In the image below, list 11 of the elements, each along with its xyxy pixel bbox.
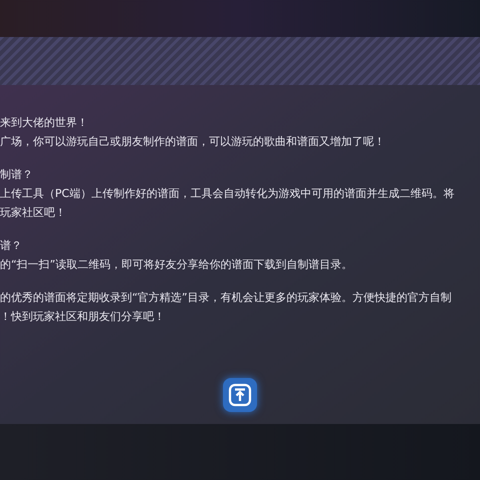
upload-icon [228,383,252,407]
text-line: 上传工具（PC端）上传制作好的谱面，工具会自动转化为游戏中可用的谱面并生成二维码。将 [0,186,456,201]
text-line: ！快到玩家社区和朋友们分享吧！ [0,309,166,324]
text-line: 的“扫一扫”读取二维码，即可将好友分享给你的谱面下载到自制谱目录。 [0,257,354,272]
text-line: 谱？ [0,238,23,253]
text-line: 广场，你可以游玩自己或朋友制作的谱面，可以游玩的歌曲和谱面又增加了呢！ [0,134,386,149]
text-line: 的优秀的谱面将定期收录到“官方精选”目录，有机会让更多的玩家体验。方便快捷的官方自制 [0,290,452,305]
upload-button[interactable] [223,378,257,412]
text-line: 来到大佬的世界！ [0,115,89,130]
text-line: 玩家社区吧！ [0,205,67,220]
text-line: 制谱？ [0,167,34,182]
